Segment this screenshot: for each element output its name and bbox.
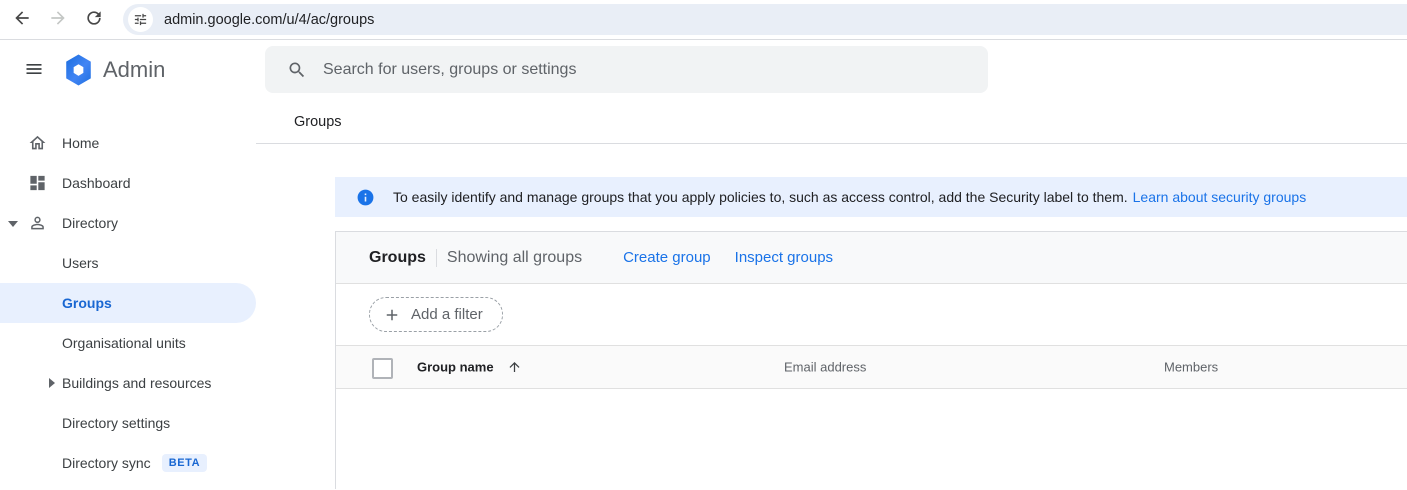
groups-panel: Groups Showing all groups Create group I… [335, 231, 1407, 489]
inspect-groups-button[interactable]: Inspect groups [735, 249, 833, 266]
sidebar-item-dashboard[interactable]: Dashboard [0, 163, 256, 203]
filter-row: Add a filter [336, 284, 1407, 345]
sidebar-item-directory-sync[interactable]: Directory sync BETA [0, 443, 256, 483]
home-icon [28, 134, 47, 153]
url-text[interactable]: admin.google.com/u/4/ac/groups [164, 12, 374, 28]
info-icon [356, 188, 375, 207]
chevron-down-icon[interactable] [8, 221, 18, 227]
groups-table-header: Group name Email address Members [336, 345, 1407, 389]
person-icon [28, 214, 47, 233]
menu-icon [24, 59, 44, 82]
forward-icon [48, 8, 68, 31]
security-groups-banner: To easily identify and manage groups tha… [335, 177, 1407, 217]
add-filter-button[interactable]: Add a filter [369, 297, 503, 332]
sidebar-item-label: Buildings and resources [62, 375, 211, 391]
add-filter-label: Add a filter [411, 306, 483, 323]
sidebar-item-users[interactable]: Users [0, 243, 256, 283]
sidebar-item-label: Directory sync [62, 455, 151, 471]
search-input[interactable] [265, 46, 988, 93]
create-group-button[interactable]: Create group [623, 249, 711, 266]
sidebar-item-buildings-and-resources[interactable]: Buildings and resources [0, 363, 256, 403]
browser-back-button[interactable] [9, 7, 35, 33]
sidebar-item-label: Groups [62, 295, 112, 311]
admin-logo [63, 53, 94, 87]
panel-status: Showing all groups [447, 249, 582, 267]
sidebar: Home Dashboard Directory Users Groups [0, 100, 256, 489]
sidebar-item-label: Directory [62, 215, 118, 231]
search-area [256, 40, 1407, 100]
panel-title: Groups [369, 249, 426, 267]
address-bar[interactable]: admin.google.com/u/4/ac/groups [123, 4, 1407, 35]
reload-icon [84, 8, 104, 31]
column-header-group-name[interactable]: Group name [417, 360, 522, 375]
sidebar-item-label: Dashboard [62, 175, 131, 191]
sidebar-item-home[interactable]: Home [0, 123, 256, 163]
learn-about-security-groups-link[interactable]: Learn about security groups [1133, 189, 1307, 205]
sidebar-item-label: Users [62, 255, 99, 271]
google-admin-console: admin.google.com/u/4/ac/groups Adm [0, 0, 1407, 490]
beta-badge: BETA [162, 454, 208, 472]
brand-area: Admin [0, 40, 256, 100]
dashboard-icon [28, 174, 47, 193]
app-header: Admin [0, 40, 1407, 100]
browser-reload-button[interactable] [81, 7, 107, 33]
sidebar-item-label: Directory settings [62, 415, 170, 431]
select-all-checkbox[interactable] [372, 358, 393, 379]
sidebar-item-organisational-units[interactable]: Organisational units [0, 323, 256, 363]
column-header-members[interactable]: Members [1164, 360, 1218, 375]
column-header-email-address[interactable]: Email address [784, 360, 866, 375]
browser-toolbar: admin.google.com/u/4/ac/groups [0, 0, 1407, 40]
sidebar-item-directory[interactable]: Directory [0, 203, 256, 243]
app-body: Home Dashboard Directory Users Groups [0, 100, 1407, 489]
browser-forward-button[interactable] [45, 7, 71, 33]
sidebar-item-groups[interactable]: Groups [0, 283, 256, 323]
main-content: Groups To easily identify and manage gro… [256, 100, 1407, 489]
sidebar-item-label: Organisational units [62, 335, 186, 351]
sort-ascending-icon[interactable] [507, 360, 522, 375]
chevron-right-icon[interactable] [49, 378, 55, 388]
sidebar-item-directory-settings[interactable]: Directory settings [0, 403, 256, 443]
main-menu-button[interactable] [24, 59, 44, 82]
site-settings-icon[interactable] [128, 7, 153, 32]
back-icon [12, 8, 32, 31]
content-area: To easily identify and manage groups tha… [256, 144, 1407, 489]
sidebar-item-label: Home [62, 135, 99, 151]
breadcrumb: Groups [256, 100, 1407, 144]
groups-table-body [336, 389, 1407, 489]
plus-icon [383, 306, 401, 324]
banner-message: To easily identify and manage groups tha… [393, 189, 1128, 205]
product-name: Admin [103, 57, 165, 83]
page-title: Groups [294, 114, 342, 130]
vertical-divider [436, 249, 437, 267]
groups-panel-header: Groups Showing all groups Create group I… [336, 232, 1407, 284]
